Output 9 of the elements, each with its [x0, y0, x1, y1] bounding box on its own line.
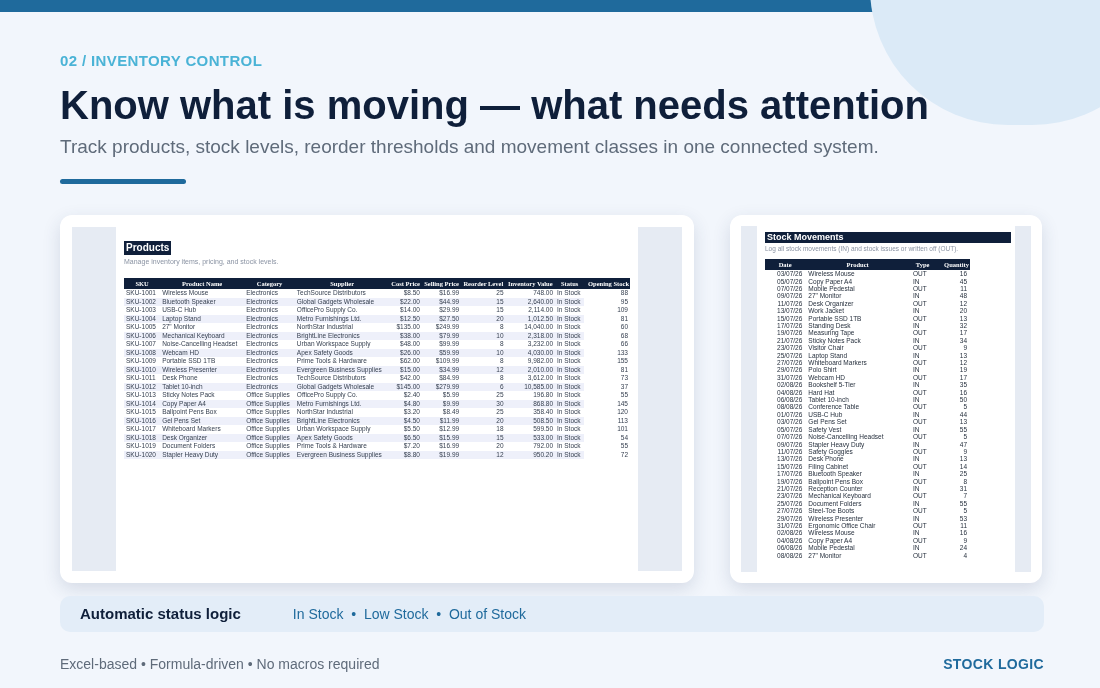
slide-title: Know what is moving — what needs attention — [60, 81, 930, 129]
brand-label: STOCK LOGIC — [943, 655, 1044, 674]
sheet-title: Stock Movements — [765, 232, 1011, 243]
strip-label: Automatic status logic — [80, 603, 241, 624]
slide-subtitle: Track products, stock levels, reorder thresholds and movement classes in one connected system. — [60, 134, 880, 159]
footer-note: Excel-based • Formula-driven • No macros required — [60, 655, 380, 674]
sheet-title: Products — [124, 241, 172, 255]
section-label: 02 / INVENTORY CONTROL — [60, 51, 264, 71]
status-list: In Stock • Low Stock • Out of Stock — [292, 603, 526, 625]
